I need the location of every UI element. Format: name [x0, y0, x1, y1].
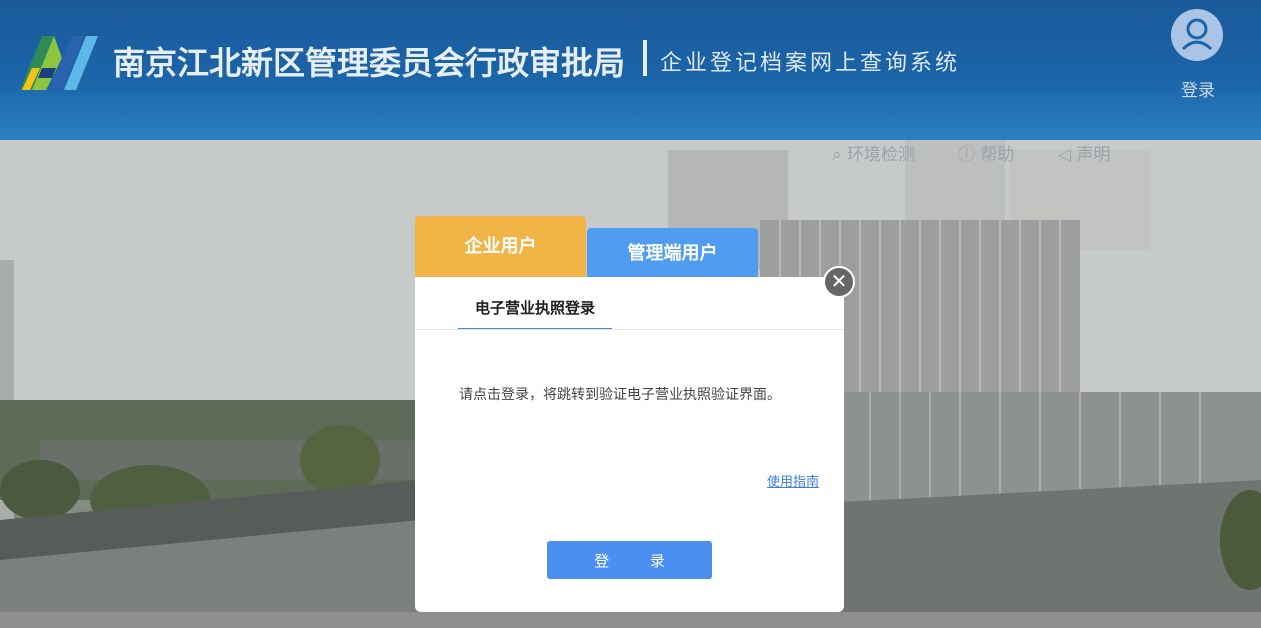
login-modal: 电子营业执照登录 请点击登录，将跳转到验证电子营业执照验证界面。 使用指南 登 …	[415, 277, 844, 612]
search-icon: ⌕	[832, 145, 847, 165]
header-bar: 南京江北新区管理委员会行政审批局 企业登记档案网上查询系统 登录	[0, 0, 1261, 140]
login-button[interactable]: 登 录	[547, 541, 712, 579]
tab-e-license-login[interactable]: 电子营业执照登录	[458, 297, 612, 330]
user-avatar-icon[interactable]	[1171, 9, 1223, 61]
close-icon[interactable]: ✕	[823, 266, 855, 298]
system-org-title: 南京江北新区管理委员会行政审批局	[113, 44, 626, 82]
tab-admin-user[interactable]: 管理端用户	[587, 228, 758, 277]
env-check-link[interactable]: ⌕ 环境检测	[832, 140, 915, 165]
tab-enterprise-user[interactable]: 企业用户	[415, 216, 586, 277]
user-guide-link[interactable]: 使用指南	[767, 471, 819, 490]
login-message: 请点击登录，将跳转到验证电子营业执照验证界面。	[459, 387, 781, 403]
subtab-divider	[415, 329, 844, 330]
speaker-icon: ◁	[1058, 145, 1077, 165]
logo-icon	[20, 36, 98, 90]
question-icon: ⓘ	[958, 145, 981, 165]
statement-link[interactable]: ◁ 声明	[1058, 140, 1110, 165]
help-link[interactable]: ⓘ 帮助	[958, 140, 1014, 165]
title-divider	[643, 40, 647, 76]
login-link[interactable]: 登录	[1172, 76, 1224, 101]
footer-strip	[0, 612, 1261, 628]
system-subtitle: 企业登记档案网上查询系统	[660, 51, 961, 76]
